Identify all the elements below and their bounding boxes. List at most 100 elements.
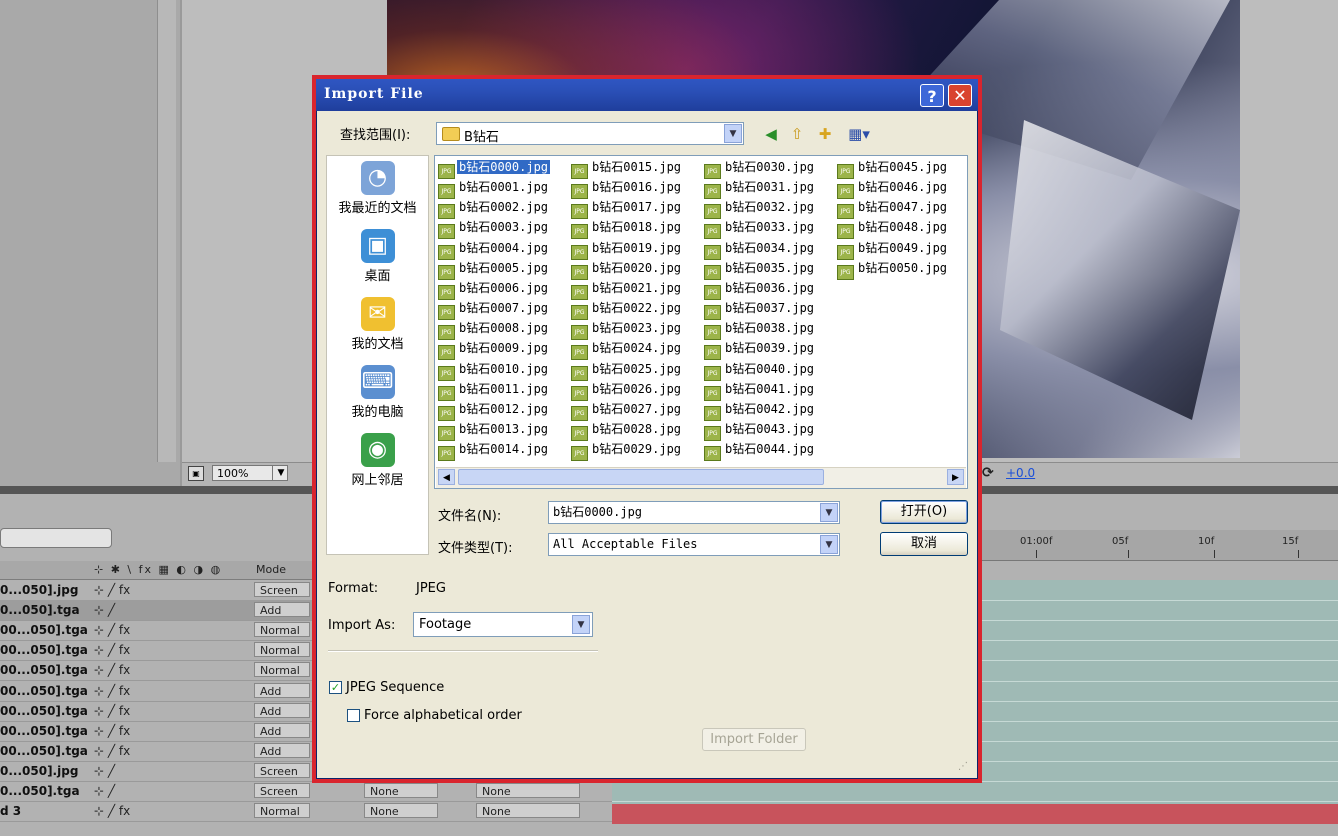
layer-row[interactable]: 0...050].tga ⊹ ╱ Screen None None [0,781,612,802]
file-item[interactable]: JPG b钻石0027.jpg [571,400,683,421]
layer-mode-dropdown[interactable]: Add [254,702,310,718]
file-item[interactable]: JPG b钻石0044.jpg [704,440,816,462]
layer-mode-dropdown[interactable]: Add [254,722,310,738]
layer-mode-dropdown[interactable]: Normal [254,622,310,638]
import-folder-button[interactable]: Import Folder [702,728,806,751]
layer-switches[interactable]: ⊹ ╱ fx [94,721,130,741]
file-item[interactable]: JPG b钻石0042.jpg [704,400,816,421]
file-item[interactable]: JPG b钻石0028.jpg [571,420,683,441]
file-item[interactable]: JPG b钻石0008.jpg [438,319,550,341]
place-item[interactable]: ◔ 我最近的文档 [326,161,429,216]
layer-mode-dropdown[interactable]: Add [254,602,310,618]
file-item[interactable]: JPG b钻石0023.jpg [571,319,683,341]
chevron-down-icon[interactable]: ▼ [820,535,838,554]
cancel-button[interactable]: 取消 [880,532,968,556]
file-item[interactable]: JPG b钻石0009.jpg [438,339,550,361]
layer-mode-dropdown[interactable]: Screen [254,783,310,798]
file-item[interactable]: JPG b钻石0037.jpg [704,299,816,321]
file-item[interactable]: JPG b钻石0026.jpg [571,380,683,401]
file-item[interactable]: JPG b钻石0039.jpg [704,339,816,361]
back-icon[interactable]: ◀ [760,124,782,144]
file-item[interactable]: JPG b钻石0018.jpg [571,218,683,240]
file-item[interactable]: JPG b钻石0010.jpg [438,360,550,381]
file-item[interactable]: JPG b钻石0050.jpg [837,259,949,280]
layer-switches[interactable]: ⊹ ╱ fx [94,801,130,821]
file-item[interactable]: JPG b钻石0017.jpg [571,198,683,220]
layer-mode-dropdown[interactable]: Add [254,742,310,758]
file-item[interactable]: JPG b钻石0011.jpg [438,380,550,401]
file-item[interactable]: JPG b钻石0000.jpg [438,158,552,179]
layer-mode-dropdown[interactable]: Normal [254,642,310,658]
file-item[interactable]: JPG b钻石0040.jpg [704,360,816,381]
scroll-left-icon[interactable]: ◀ [438,469,455,485]
file-item[interactable]: JPG b钻石0020.jpg [571,259,683,280]
chevron-down-icon[interactable]: ▼ [820,503,838,522]
file-item[interactable]: JPG b钻石0013.jpg [438,420,550,441]
layer-switches[interactable]: ⊹ ╱ fx [94,620,130,640]
file-item[interactable]: JPG b钻石0046.jpg [837,178,949,200]
file-item[interactable]: JPG b钻石0022.jpg [571,299,683,321]
new-folder-icon[interactable]: ✚ [814,124,836,144]
file-item[interactable]: JPG b钻石0032.jpg [704,198,816,220]
file-item[interactable]: JPG b钻石0047.jpg [837,198,949,220]
layer-switches[interactable]: ⊹ ╱ fx [94,741,130,761]
layer-switches[interactable]: ⊹ ╱ [94,600,115,620]
exposure-value[interactable]: +0.0 [1006,466,1035,480]
file-item[interactable]: JPG b钻石0029.jpg [571,440,683,462]
file-item[interactable]: JPG b钻石0025.jpg [571,360,683,381]
layer-mode-dropdown[interactable]: Normal [254,662,310,678]
resize-grip-icon[interactable]: ⋰ [958,760,972,774]
place-item[interactable]: ⌨ 我的电脑 [326,365,429,420]
file-item[interactable]: JPG b钻石0014.jpg [438,440,550,462]
place-item[interactable]: ✉ 我的文档 [326,297,429,352]
timeline-search-input[interactable] [0,528,112,548]
scroll-right-icon[interactable]: ▶ [947,469,964,485]
file-item[interactable]: JPG b钻石0015.jpg [571,158,683,179]
parent-dropdown[interactable]: None [476,803,580,819]
view-menu-icon[interactable]: ▦▾ [844,124,874,144]
force-alphabetical-checkbox[interactable] [347,709,360,722]
file-item[interactable]: JPG b钻石0041.jpg [704,380,816,401]
snapshot-icon[interactable]: ▣ [188,466,204,481]
project-panel-scrollbar[interactable] [157,0,176,462]
open-button[interactable]: 打开(O) [880,500,968,524]
track-matte-dropdown[interactable]: None [364,783,438,798]
file-item[interactable]: JPG b钻石0005.jpg [438,259,550,280]
file-item[interactable]: JPG b钻石0016.jpg [571,178,683,200]
file-item[interactable]: JPG b钻石0038.jpg [704,319,816,341]
layer-mode-dropdown[interactable]: Screen [254,582,310,597]
layer-switches[interactable]: ⊹ ╱ [94,781,115,801]
file-item[interactable]: JPG b钻石0049.jpg [837,239,949,260]
file-item[interactable]: JPG b钻石0004.jpg [438,239,550,260]
file-item[interactable]: JPG b钻石0001.jpg [438,178,550,200]
file-item[interactable]: JPG b钻石0002.jpg [438,198,550,220]
import-as-dropdown[interactable]: Footage [413,612,593,637]
chevron-down-icon[interactable]: ▼ [272,465,289,481]
track-matte-dropdown[interactable]: None [364,803,438,819]
filename-input[interactable]: b钻石0000.jpg [548,501,840,524]
file-item[interactable]: JPG b钻石0045.jpg [837,158,949,179]
chevron-down-icon[interactable]: ▼ [572,615,590,634]
file-item[interactable]: JPG b钻石0019.jpg [571,239,683,260]
file-item[interactable]: JPG b钻石0007.jpg [438,299,550,321]
layer-switches[interactable]: ⊹ ╱ fx [94,701,130,721]
layer-switches[interactable]: ⊹ ╱ fx [94,640,130,660]
filetype-dropdown[interactable]: All Acceptable Files [548,533,840,556]
file-item[interactable]: JPG b钻石0035.jpg [704,259,816,280]
file-item[interactable]: JPG b钻石0031.jpg [704,178,816,200]
file-item[interactable]: JPG b钻石0036.jpg [704,279,816,300]
scrollbar-thumb[interactable] [458,469,824,485]
jpeg-sequence-checkbox[interactable]: ✓ [329,681,342,694]
parent-dropdown[interactable]: None [476,783,580,798]
layer-mode-dropdown[interactable]: Add [254,682,310,698]
file-item[interactable]: JPG b钻石0030.jpg [704,158,816,179]
layer-mode-dropdown[interactable]: Normal [254,803,310,819]
file-item[interactable]: JPG b钻石0043.jpg [704,420,816,441]
file-item[interactable]: JPG b钻石0003.jpg [438,218,550,240]
file-item[interactable]: JPG b钻石0012.jpg [438,400,550,421]
file-item[interactable]: JPG b钻石0021.jpg [571,279,683,300]
close-button[interactable]: ✕ [948,84,972,107]
reset-exposure-icon[interactable]: ⟳ [982,465,1000,481]
file-item[interactable]: JPG b钻石0006.jpg [438,279,550,300]
place-item[interactable]: ◉ 网上邻居 [326,433,429,488]
